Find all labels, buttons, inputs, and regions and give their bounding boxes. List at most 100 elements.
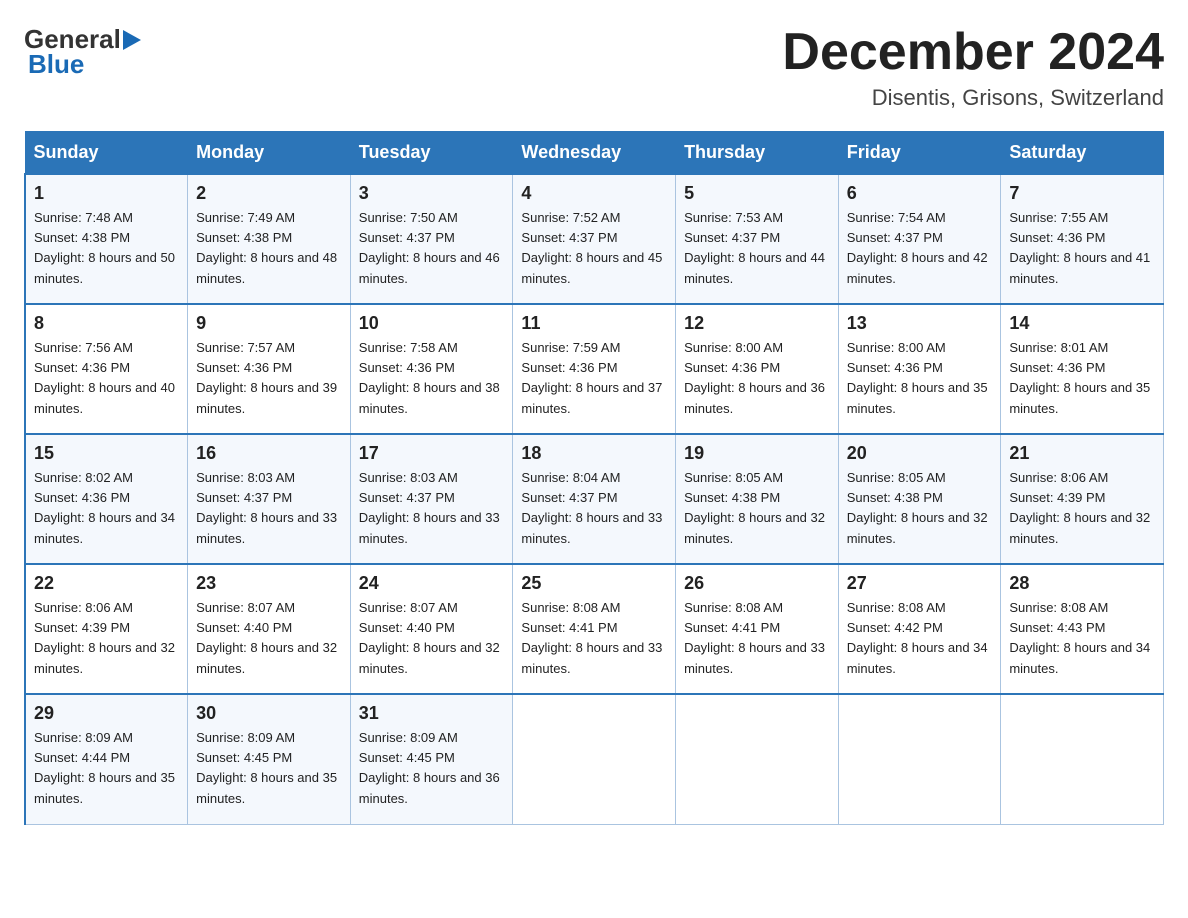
day-number: 31 xyxy=(359,703,505,724)
table-row: 7 Sunrise: 7:55 AM Sunset: 4:36 PM Dayli… xyxy=(1001,174,1164,304)
day-info: Sunrise: 8:08 AM Sunset: 4:41 PM Dayligh… xyxy=(521,598,667,679)
calendar-week-row: 15 Sunrise: 8:02 AM Sunset: 4:36 PM Dayl… xyxy=(25,434,1164,564)
table-row: 8 Sunrise: 7:56 AM Sunset: 4:36 PM Dayli… xyxy=(25,304,188,434)
calendar-week-row: 1 Sunrise: 7:48 AM Sunset: 4:38 PM Dayli… xyxy=(25,174,1164,304)
day-number: 21 xyxy=(1009,443,1155,464)
day-info: Sunrise: 8:04 AM Sunset: 4:37 PM Dayligh… xyxy=(521,468,667,549)
table-row xyxy=(513,694,676,824)
day-info: Sunrise: 8:05 AM Sunset: 4:38 PM Dayligh… xyxy=(684,468,830,549)
table-row: 13 Sunrise: 8:00 AM Sunset: 4:36 PM Dayl… xyxy=(838,304,1001,434)
day-number: 17 xyxy=(359,443,505,464)
day-info: Sunrise: 8:06 AM Sunset: 4:39 PM Dayligh… xyxy=(34,598,179,679)
table-row: 30 Sunrise: 8:09 AM Sunset: 4:45 PM Dayl… xyxy=(188,694,351,824)
day-number: 4 xyxy=(521,183,667,204)
day-number: 29 xyxy=(34,703,179,724)
day-info: Sunrise: 7:49 AM Sunset: 4:38 PM Dayligh… xyxy=(196,208,342,289)
calendar-title: December 2024 xyxy=(782,24,1164,81)
day-info: Sunrise: 8:09 AM Sunset: 4:45 PM Dayligh… xyxy=(359,728,505,809)
day-number: 26 xyxy=(684,573,830,594)
col-tuesday: Tuesday xyxy=(350,132,513,175)
col-thursday: Thursday xyxy=(676,132,839,175)
table-row: 27 Sunrise: 8:08 AM Sunset: 4:42 PM Dayl… xyxy=(838,564,1001,694)
day-info: Sunrise: 8:00 AM Sunset: 4:36 PM Dayligh… xyxy=(847,338,993,419)
day-number: 27 xyxy=(847,573,993,594)
day-number: 14 xyxy=(1009,313,1155,334)
calendar-table: Sunday Monday Tuesday Wednesday Thursday… xyxy=(24,131,1164,825)
day-info: Sunrise: 8:08 AM Sunset: 4:41 PM Dayligh… xyxy=(684,598,830,679)
day-info: Sunrise: 7:56 AM Sunset: 4:36 PM Dayligh… xyxy=(34,338,179,419)
day-number: 22 xyxy=(34,573,179,594)
table-row: 6 Sunrise: 7:54 AM Sunset: 4:37 PM Dayli… xyxy=(838,174,1001,304)
day-number: 3 xyxy=(359,183,505,204)
day-number: 30 xyxy=(196,703,342,724)
table-row: 3 Sunrise: 7:50 AM Sunset: 4:37 PM Dayli… xyxy=(350,174,513,304)
day-info: Sunrise: 8:07 AM Sunset: 4:40 PM Dayligh… xyxy=(359,598,505,679)
day-info: Sunrise: 8:03 AM Sunset: 4:37 PM Dayligh… xyxy=(196,468,342,549)
table-row: 10 Sunrise: 7:58 AM Sunset: 4:36 PM Dayl… xyxy=(350,304,513,434)
calendar-header-row: Sunday Monday Tuesday Wednesday Thursday… xyxy=(25,132,1164,175)
title-block: December 2024 Disentis, Grisons, Switzer… xyxy=(782,24,1164,111)
table-row: 11 Sunrise: 7:59 AM Sunset: 4:36 PM Dayl… xyxy=(513,304,676,434)
table-row: 12 Sunrise: 8:00 AM Sunset: 4:36 PM Dayl… xyxy=(676,304,839,434)
day-number: 20 xyxy=(847,443,993,464)
day-info: Sunrise: 8:09 AM Sunset: 4:45 PM Dayligh… xyxy=(196,728,342,809)
day-info: Sunrise: 8:05 AM Sunset: 4:38 PM Dayligh… xyxy=(847,468,993,549)
table-row xyxy=(676,694,839,824)
day-number: 16 xyxy=(196,443,342,464)
table-row: 22 Sunrise: 8:06 AM Sunset: 4:39 PM Dayl… xyxy=(25,564,188,694)
table-row: 4 Sunrise: 7:52 AM Sunset: 4:37 PM Dayli… xyxy=(513,174,676,304)
day-info: Sunrise: 8:07 AM Sunset: 4:40 PM Dayligh… xyxy=(196,598,342,679)
day-number: 25 xyxy=(521,573,667,594)
table-row: 29 Sunrise: 8:09 AM Sunset: 4:44 PM Dayl… xyxy=(25,694,188,824)
table-row xyxy=(838,694,1001,824)
table-row: 18 Sunrise: 8:04 AM Sunset: 4:37 PM Dayl… xyxy=(513,434,676,564)
day-number: 19 xyxy=(684,443,830,464)
logo: General Blue xyxy=(24,24,147,80)
table-row: 5 Sunrise: 7:53 AM Sunset: 4:37 PM Dayli… xyxy=(676,174,839,304)
table-row: 26 Sunrise: 8:08 AM Sunset: 4:41 PM Dayl… xyxy=(676,564,839,694)
day-number: 9 xyxy=(196,313,342,334)
day-info: Sunrise: 8:02 AM Sunset: 4:36 PM Dayligh… xyxy=(34,468,179,549)
day-info: Sunrise: 7:50 AM Sunset: 4:37 PM Dayligh… xyxy=(359,208,505,289)
day-info: Sunrise: 7:58 AM Sunset: 4:36 PM Dayligh… xyxy=(359,338,505,419)
table-row: 25 Sunrise: 8:08 AM Sunset: 4:41 PM Dayl… xyxy=(513,564,676,694)
calendar-subtitle: Disentis, Grisons, Switzerland xyxy=(782,85,1164,111)
table-row: 16 Sunrise: 8:03 AM Sunset: 4:37 PM Dayl… xyxy=(188,434,351,564)
day-info: Sunrise: 7:54 AM Sunset: 4:37 PM Dayligh… xyxy=(847,208,993,289)
col-monday: Monday xyxy=(188,132,351,175)
table-row: 31 Sunrise: 8:09 AM Sunset: 4:45 PM Dayl… xyxy=(350,694,513,824)
day-info: Sunrise: 7:57 AM Sunset: 4:36 PM Dayligh… xyxy=(196,338,342,419)
day-number: 12 xyxy=(684,313,830,334)
table-row: 21 Sunrise: 8:06 AM Sunset: 4:39 PM Dayl… xyxy=(1001,434,1164,564)
day-number: 23 xyxy=(196,573,342,594)
table-row: 17 Sunrise: 8:03 AM Sunset: 4:37 PM Dayl… xyxy=(350,434,513,564)
day-number: 15 xyxy=(34,443,179,464)
table-row: 1 Sunrise: 7:48 AM Sunset: 4:38 PM Dayli… xyxy=(25,174,188,304)
table-row: 9 Sunrise: 7:57 AM Sunset: 4:36 PM Dayli… xyxy=(188,304,351,434)
day-number: 6 xyxy=(847,183,993,204)
calendar-week-row: 22 Sunrise: 8:06 AM Sunset: 4:39 PM Dayl… xyxy=(25,564,1164,694)
day-info: Sunrise: 8:03 AM Sunset: 4:37 PM Dayligh… xyxy=(359,468,505,549)
day-number: 11 xyxy=(521,313,667,334)
day-number: 8 xyxy=(34,313,179,334)
day-info: Sunrise: 7:55 AM Sunset: 4:36 PM Dayligh… xyxy=(1009,208,1155,289)
table-row: 15 Sunrise: 8:02 AM Sunset: 4:36 PM Dayl… xyxy=(25,434,188,564)
col-wednesday: Wednesday xyxy=(513,132,676,175)
day-info: Sunrise: 7:53 AM Sunset: 4:37 PM Dayligh… xyxy=(684,208,830,289)
table-row xyxy=(1001,694,1164,824)
calendar-week-row: 8 Sunrise: 7:56 AM Sunset: 4:36 PM Dayli… xyxy=(25,304,1164,434)
day-info: Sunrise: 8:08 AM Sunset: 4:42 PM Dayligh… xyxy=(847,598,993,679)
day-info: Sunrise: 7:48 AM Sunset: 4:38 PM Dayligh… xyxy=(34,208,179,289)
day-number: 24 xyxy=(359,573,505,594)
day-info: Sunrise: 8:09 AM Sunset: 4:44 PM Dayligh… xyxy=(34,728,179,809)
day-number: 1 xyxy=(34,183,179,204)
calendar-week-row: 29 Sunrise: 8:09 AM Sunset: 4:44 PM Dayl… xyxy=(25,694,1164,824)
day-info: Sunrise: 8:01 AM Sunset: 4:36 PM Dayligh… xyxy=(1009,338,1155,419)
table-row: 2 Sunrise: 7:49 AM Sunset: 4:38 PM Dayli… xyxy=(188,174,351,304)
day-info: Sunrise: 7:52 AM Sunset: 4:37 PM Dayligh… xyxy=(521,208,667,289)
day-number: 28 xyxy=(1009,573,1155,594)
table-row: 24 Sunrise: 8:07 AM Sunset: 4:40 PM Dayl… xyxy=(350,564,513,694)
col-saturday: Saturday xyxy=(1001,132,1164,175)
day-number: 7 xyxy=(1009,183,1155,204)
day-info: Sunrise: 8:06 AM Sunset: 4:39 PM Dayligh… xyxy=(1009,468,1155,549)
